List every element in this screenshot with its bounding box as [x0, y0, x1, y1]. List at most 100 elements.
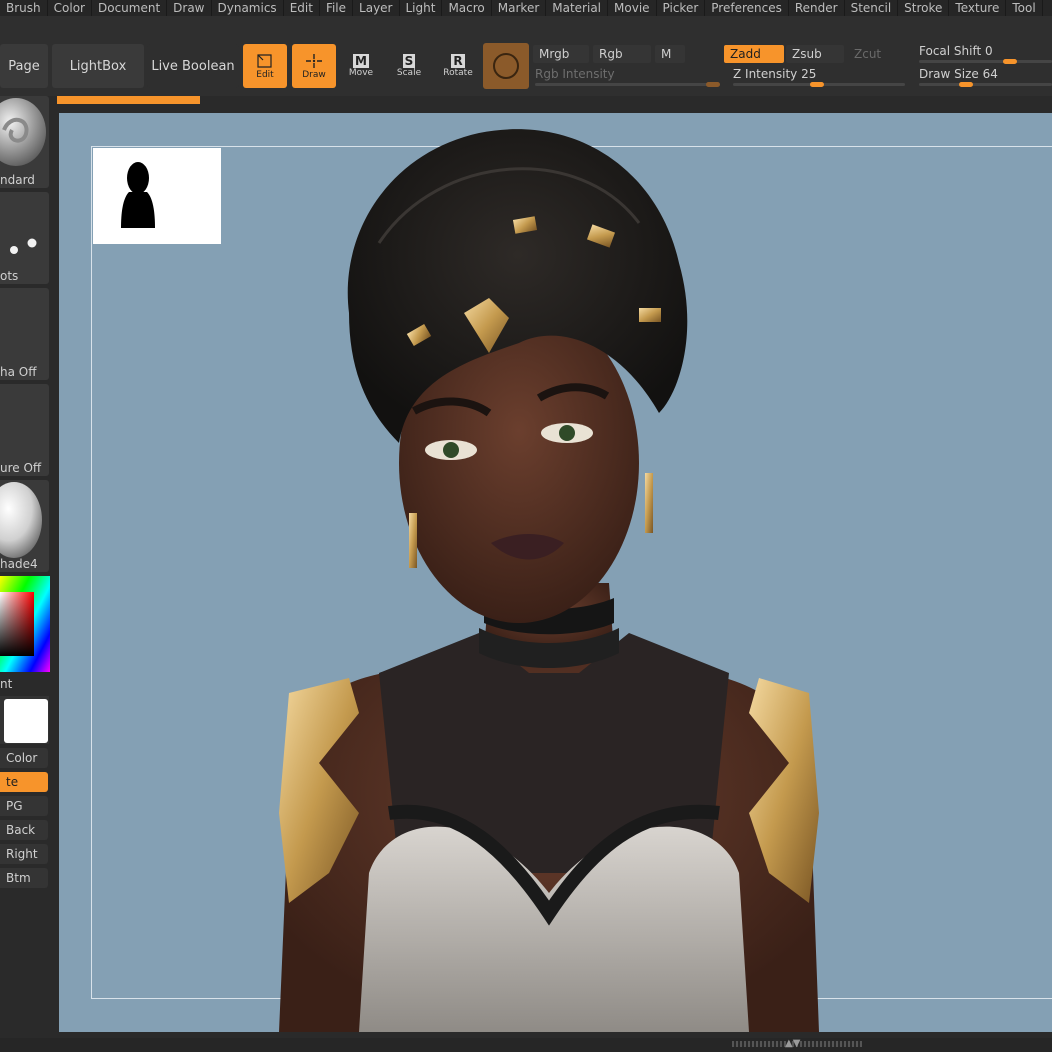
navigator-thumbnail[interactable]: [93, 148, 221, 244]
switch-color-label: Color: [6, 751, 38, 765]
menu-item-picker[interactable]: Picker: [657, 0, 706, 16]
move-mode-button[interactable]: M Move: [339, 44, 383, 88]
z-intensity-value: 25: [801, 67, 817, 81]
zcut-button[interactable]: Zcut: [848, 45, 898, 63]
page-button[interactable]: Page: [0, 44, 48, 88]
menu-item-material[interactable]: Material: [546, 0, 609, 16]
focal-shift-label: Focal Shift: [919, 44, 982, 58]
menu-bar: Brush Color Document Draw Dynamics Edit File La…: [0, 0, 1052, 16]
edit-label: Edit: [256, 70, 274, 80]
material-sphere-icon: [0, 482, 42, 558]
rgb-intensity-slider[interactable]: [535, 83, 719, 86]
document-canvas[interactable]: [59, 113, 1052, 1032]
btm-button[interactable]: Btm: [0, 868, 48, 888]
lightbox-button[interactable]: LightBox: [52, 44, 144, 88]
draw-size-knob[interactable]: [959, 82, 973, 87]
draw-mode-button[interactable]: Draw: [292, 44, 336, 88]
menu-item-color[interactable]: Color: [48, 0, 92, 16]
menu-item-brush[interactable]: Brush: [0, 0, 48, 16]
sculpt-model: [279, 129, 819, 1032]
focal-shift-slider[interactable]: [919, 60, 1052, 63]
m-label: M: [661, 47, 672, 61]
menu-item-layer[interactable]: Layer: [353, 0, 400, 16]
main-color-swatch[interactable]: [4, 699, 48, 743]
menu-item-stroke[interactable]: Stroke: [898, 0, 950, 16]
draw-size-slider[interactable]: [919, 83, 1052, 86]
z-intensity-label: Z Intensity: [733, 67, 798, 81]
menu-item-dynamics[interactable]: Dynamics: [212, 0, 284, 16]
focal-shift-readout: Focal Shift 0: [919, 44, 993, 58]
bottom-bar: ▲▼: [0, 1038, 1052, 1052]
z-intensity-readout: Z Intensity 25: [733, 67, 816, 81]
draw-crosshair-icon: [306, 54, 322, 68]
move-icon: M: [353, 54, 369, 68]
rotate-mode-button[interactable]: R Rotate: [436, 44, 480, 88]
back-button[interactable]: Back: [0, 820, 48, 840]
alternate-button[interactable]: te: [0, 772, 48, 792]
mrgb-button[interactable]: Mrgb: [533, 45, 589, 63]
draw-size-readout: Draw Size 64: [919, 67, 998, 81]
menu-item-document[interactable]: Document: [92, 0, 168, 16]
texture-label: ure Off: [0, 461, 42, 475]
rgb-intensity-label: Rgb Intensity: [535, 67, 615, 81]
menu-item-preferences[interactable]: Preferences: [705, 0, 789, 16]
zcut-label: Zcut: [854, 47, 882, 61]
menu-item-tool[interactable]: Tool: [1006, 0, 1043, 16]
focal-shift-knob[interactable]: [1003, 59, 1017, 64]
silhouette-preview: [121, 162, 155, 228]
draw-label: Draw: [302, 70, 326, 80]
left-tray: ndard ots ha Off ure Off hade4 nt Color …: [0, 96, 50, 1052]
z-intensity-knob[interactable]: [810, 82, 824, 87]
focal-shift-value: 0: [985, 44, 993, 58]
live-boolean-label: Live Boolean: [151, 58, 235, 74]
back-label: Back: [6, 823, 36, 837]
menu-item-edit[interactable]: Edit: [284, 0, 320, 16]
zsub-button[interactable]: Zsub: [786, 45, 844, 63]
alternate-label: te: [6, 775, 19, 789]
menu-item-macro[interactable]: Macro: [442, 0, 492, 16]
right-label: Right: [6, 847, 38, 861]
brush-icon: [0, 98, 46, 166]
material-icon[interactable]: [483, 43, 529, 89]
rgb-button[interactable]: Rgb: [593, 45, 651, 63]
menu-item-marker[interactable]: Marker: [492, 0, 547, 16]
switch-color-button[interactable]: Color: [0, 748, 48, 768]
edit-mode-button[interactable]: Edit: [243, 44, 287, 88]
brush-label: ndard: [0, 173, 35, 187]
zadd-button[interactable]: Zadd: [724, 45, 784, 63]
edit-icon: [257, 54, 272, 68]
live-boolean-button[interactable]: Live Boolean: [147, 44, 239, 88]
menu-item-file[interactable]: File: [320, 0, 354, 16]
material-label: hade4: [0, 557, 38, 571]
menu-item-stencil[interactable]: Stencil: [845, 0, 899, 16]
page-button-label: Page: [8, 58, 40, 74]
right-button[interactable]: Right: [0, 844, 48, 864]
color-picker[interactable]: [0, 576, 50, 672]
rgb-intensity-knob[interactable]: [706, 82, 720, 87]
menu-item-movie[interactable]: Movie: [608, 0, 657, 16]
menu-item-texture[interactable]: Texture: [949, 0, 1007, 16]
rgb-label: Rgb: [599, 47, 623, 61]
lightbox-button-label: LightBox: [69, 58, 127, 74]
menu-item-draw[interactable]: Draw: [167, 0, 212, 16]
zsub-label: Zsub: [792, 47, 822, 61]
jpg-button[interactable]: PG: [0, 796, 48, 816]
jpg-label: PG: [6, 799, 23, 813]
scale-icon: S: [402, 54, 416, 68]
draw-size-label: Draw Size: [919, 67, 979, 81]
rotate-label: Rotate: [443, 68, 473, 78]
menu-item-render[interactable]: Render: [789, 0, 845, 16]
rotate-icon: R: [451, 54, 465, 68]
zadd-label: Zadd: [730, 47, 761, 61]
stroke-label: ots: [0, 269, 19, 283]
progress-bar: [57, 96, 200, 104]
mrgb-label: Mrgb: [539, 47, 570, 61]
menu-item-light[interactable]: Light: [400, 0, 443, 16]
scale-label: Scale: [396, 68, 422, 78]
tray-toggle-arrows-icon[interactable]: ▲▼: [785, 1038, 800, 1050]
dots-stroke-icon: [10, 238, 37, 254]
scale-mode-button[interactable]: S Scale: [387, 44, 431, 88]
m-button[interactable]: M: [655, 45, 685, 63]
color-picker-graphic: [0, 576, 50, 672]
btm-label: Btm: [6, 871, 31, 885]
